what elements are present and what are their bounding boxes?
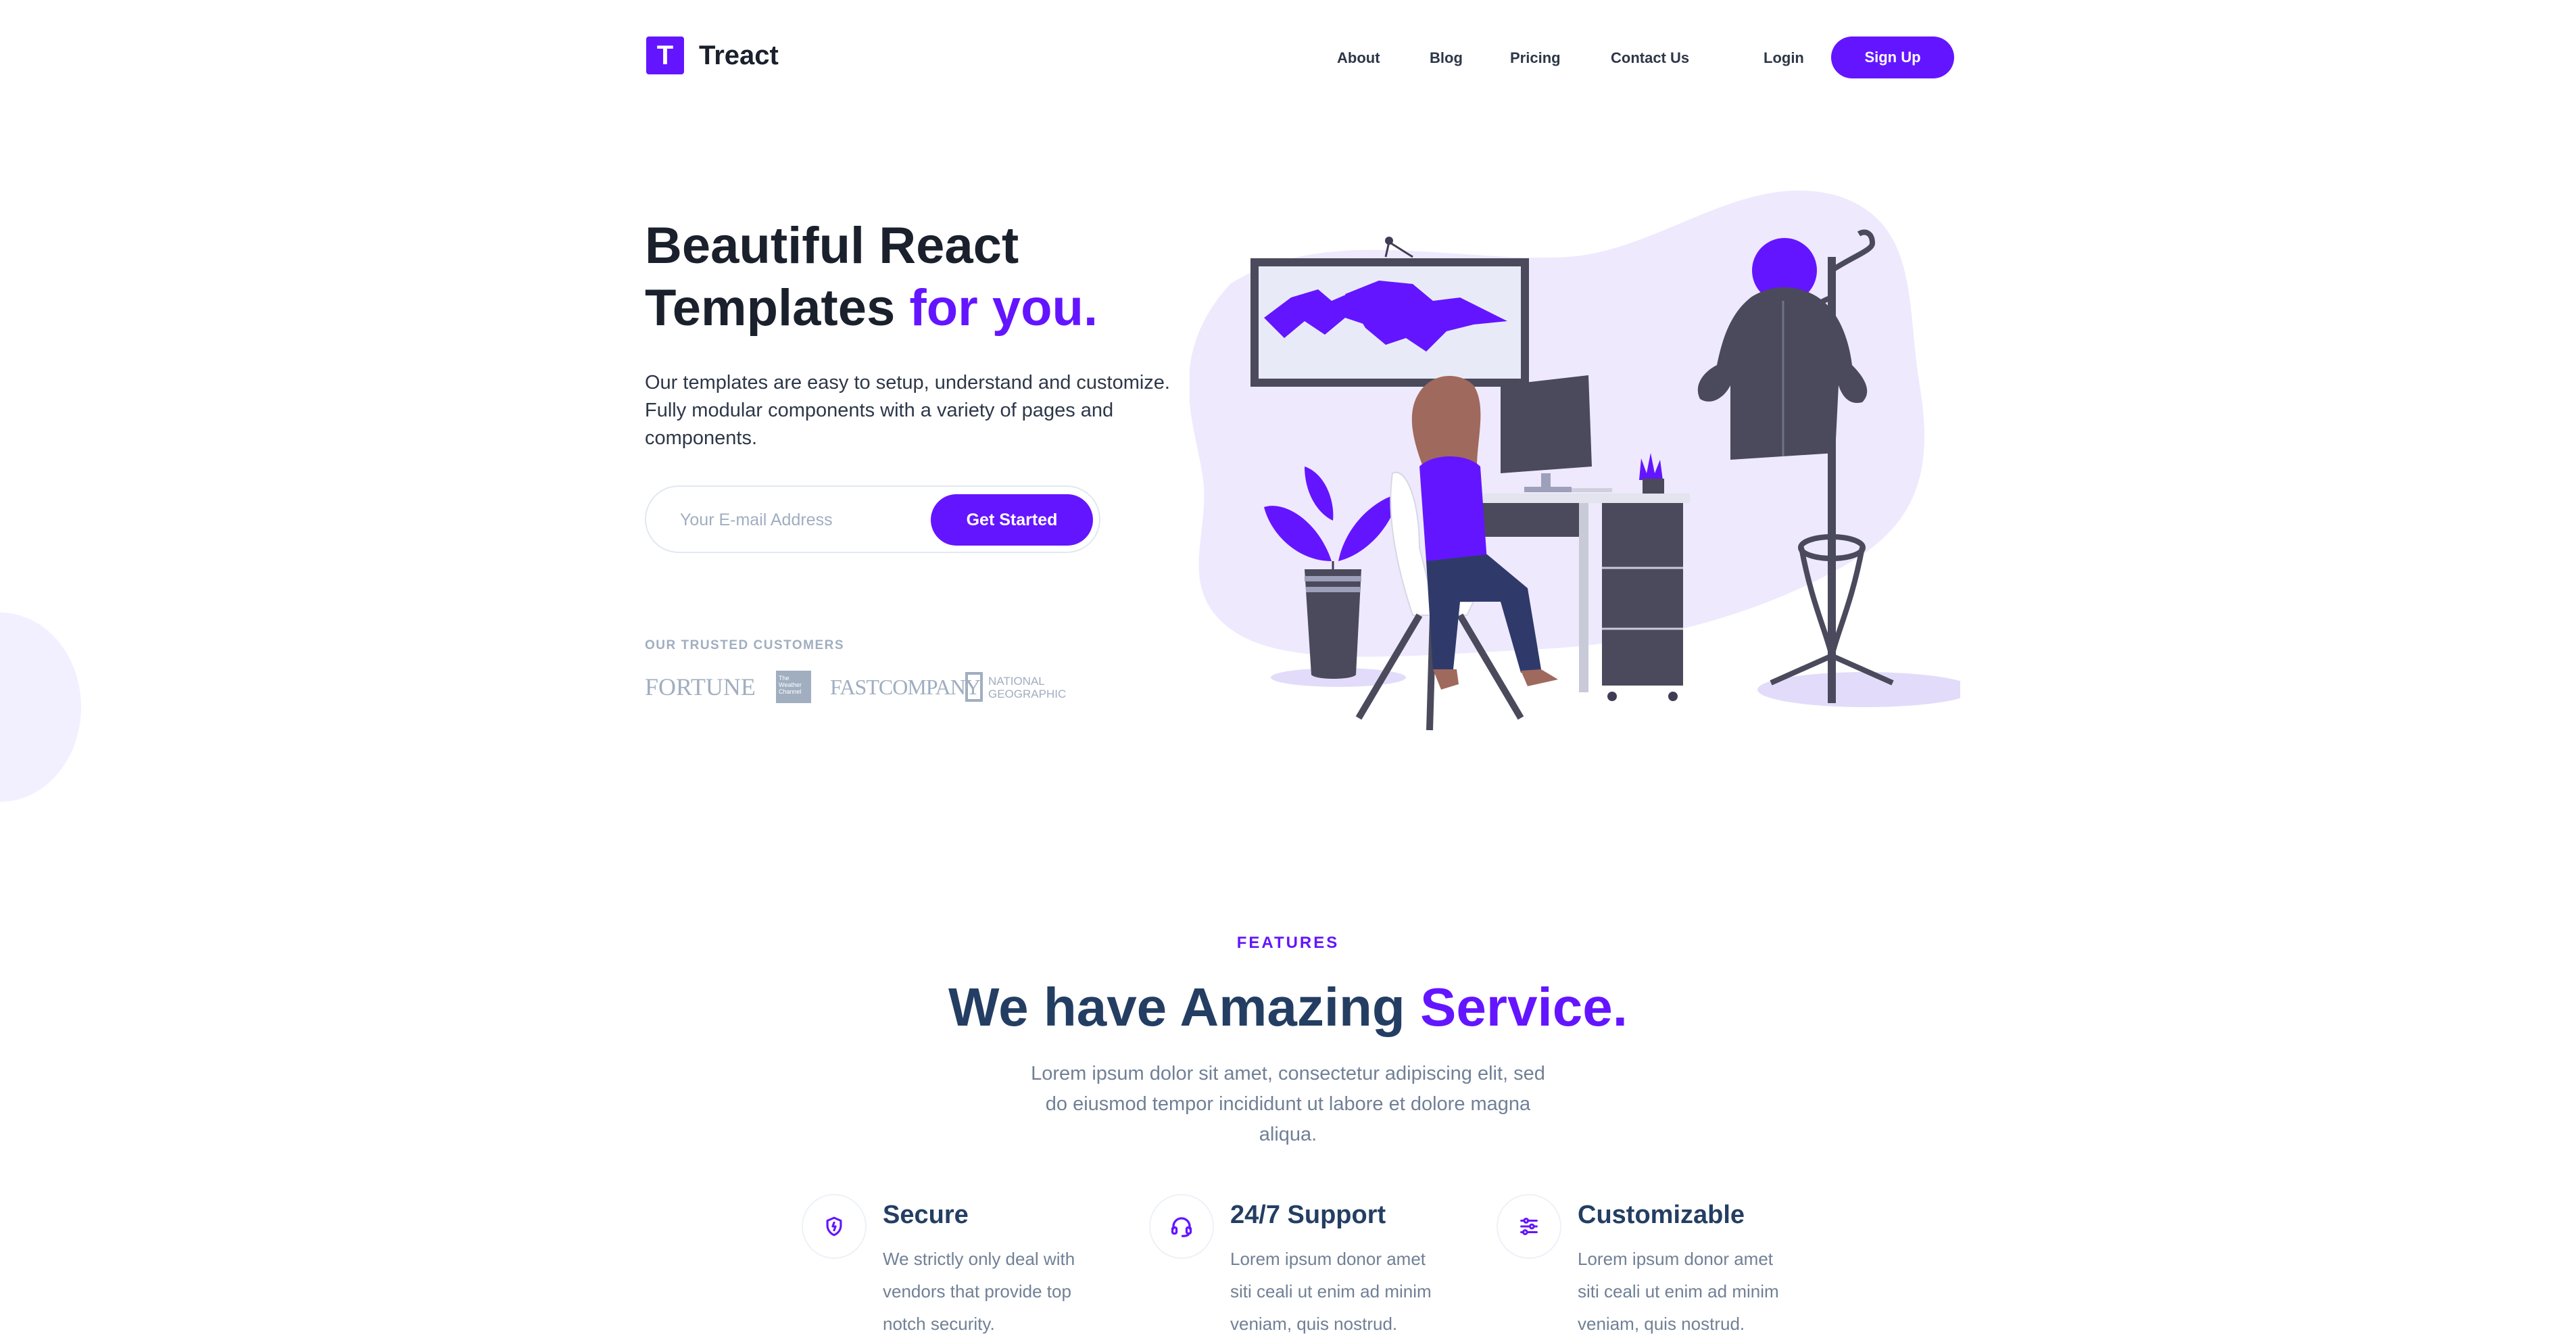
headset-icon xyxy=(1149,1194,1214,1259)
natgeo-frame-icon xyxy=(965,672,983,702)
hero-title-accent: for you. xyxy=(909,279,1098,337)
hero-title-plain: Templates xyxy=(645,279,910,337)
shield-icon xyxy=(802,1194,867,1259)
feature-title-support: 24/7 Support xyxy=(1230,1201,1386,1229)
hero-title-line1: Beautiful React xyxy=(645,217,1019,274)
trusted-customers-label: OUR TRUSTED CUSTOMERS xyxy=(645,638,845,652)
hero-title-line2: Templates for you. xyxy=(645,277,1253,339)
login-link[interactable]: Login xyxy=(1764,49,1804,68)
natgeo-logo: NATIONAL GEOGRAPHIC xyxy=(988,675,1067,700)
features-heading: We have Amazing Service. xyxy=(0,974,2576,1041)
hero-title: Beautiful React Templates for you. xyxy=(645,215,1253,339)
nav-pricing-link[interactable]: Pricing xyxy=(1510,49,1561,68)
email-input[interactable] xyxy=(679,506,925,534)
signup-button[interactable]: Sign Up xyxy=(1831,37,1954,78)
feature-title-secure: Secure xyxy=(883,1201,969,1229)
hero-description: Our templates are easy to setup, underst… xyxy=(645,372,1170,449)
hero-illustration xyxy=(1190,190,1960,731)
weather-channel-logo: The Weather Channel xyxy=(776,671,811,703)
feature-text-customizable: Lorem ipsum donor amet siti ceali ut eni… xyxy=(1578,1249,1779,1334)
get-started-button[interactable]: Get Started xyxy=(931,494,1093,546)
feature-title-customizable: Customizable xyxy=(1578,1201,1745,1229)
logo-mark[interactable]: T xyxy=(646,37,684,74)
nav-contact-link[interactable]: Contact Us xyxy=(1611,49,1689,68)
feature-text-support: Lorem ipsum donor amet siti ceali ut eni… xyxy=(1230,1249,1432,1334)
fastcompany-logo: FASTCOMPANY xyxy=(830,675,981,699)
sliders-icon xyxy=(1497,1194,1561,1259)
features-description: Lorem ipsum dolor sit amet, consectetur … xyxy=(1031,1063,1545,1145)
nav-about-link[interactable]: About xyxy=(1337,49,1380,68)
feature-text-secure: We strictly only deal with vendors that … xyxy=(883,1249,1075,1334)
fortune-logo: FORTUNE xyxy=(645,673,756,700)
decorative-blob xyxy=(0,613,81,802)
logo-text[interactable]: Treact xyxy=(699,38,779,73)
features-heading-plain: We have Amazing xyxy=(948,977,1421,1037)
features-heading-accent: Service. xyxy=(1420,977,1628,1037)
features-kicker: FEATURES xyxy=(1236,934,1340,952)
nav-blog-link[interactable]: Blog xyxy=(1430,49,1463,68)
